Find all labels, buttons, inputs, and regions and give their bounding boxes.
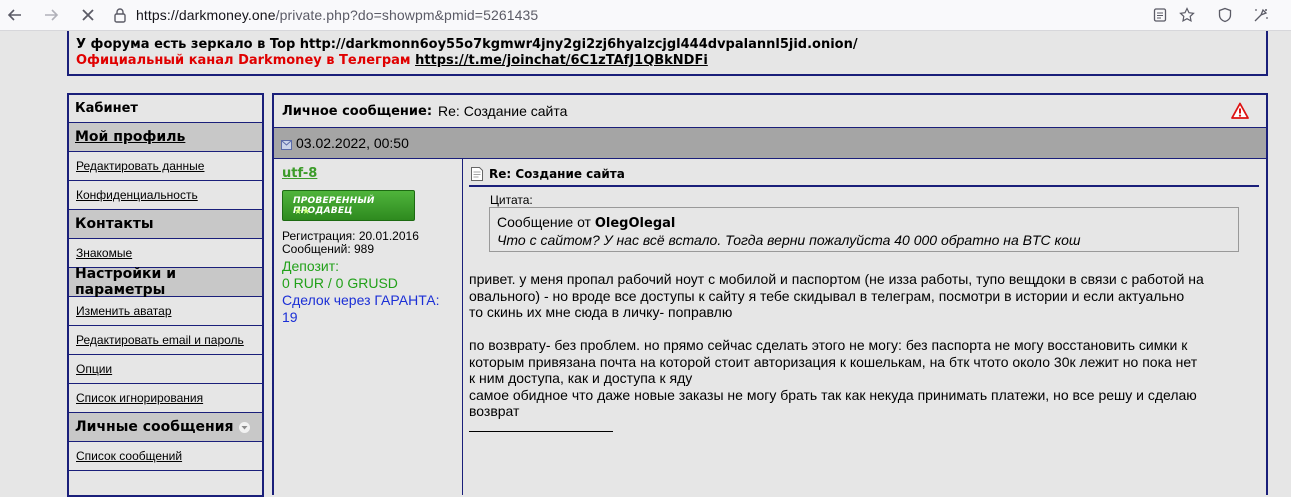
quote-author: OlegOlegal bbox=[594, 216, 676, 231]
message-subject: Re: Создание сайта bbox=[489, 167, 625, 181]
extension-icon[interactable] bbox=[1251, 5, 1271, 25]
author-info: utf-8 ПРОВЕРЕННЫЙ ПРОДАВЕЦ ★★ Регистраци… bbox=[274, 159, 463, 495]
author-messages: Сообщений: 989 bbox=[282, 242, 375, 256]
message-title: Re: Создание сайта bbox=[438, 103, 568, 119]
stop-loading-icon[interactable] bbox=[77, 5, 99, 25]
author-stats: Регистрация: 20.01.2016 Сообщений: 989 bbox=[282, 230, 419, 256]
badge-stars-icon: ★★ bbox=[294, 206, 311, 216]
url-bar[interactable]: https://darkmoney.one/private.php?do=sho… bbox=[112, 3, 1142, 27]
forward-icon[interactable] bbox=[40, 5, 62, 25]
message-subject-bar: Re: Создание сайта bbox=[469, 163, 1259, 187]
sidebar-item-message-list[interactable]: Список сообщений bbox=[69, 442, 262, 471]
quote-text: Что с сайтом? У нас всё встало. Тогда ве… bbox=[497, 232, 1081, 248]
url-text: https://darkmoney.one/private.php?do=sho… bbox=[136, 7, 539, 23]
quote-label: Цитата: bbox=[490, 193, 533, 207]
sidebar-private-messages-heading[interactable]: Личные сообщения bbox=[69, 413, 262, 442]
sidebar-item-acquaintances[interactable]: Знакомые bbox=[69, 239, 262, 268]
sidebar-item-privacy[interactable]: Конфиденциальность bbox=[69, 181, 262, 210]
post-date-bar: 03.02.2022, 00:50 bbox=[274, 128, 1266, 159]
message-title-label: Личное сообщение: bbox=[282, 103, 433, 119]
sidebar-settings-heading: Настройки и параметры bbox=[69, 266, 262, 298]
back-icon[interactable] bbox=[4, 5, 26, 25]
sidebar-item-edit-data[interactable]: Редактировать данные bbox=[69, 152, 262, 181]
lock-icon bbox=[114, 8, 126, 23]
message-panel: Личное сообщение: Re: Создание сайта 03.… bbox=[272, 93, 1268, 495]
sidebar-item-change-avatar[interactable]: Изменить аватар bbox=[69, 297, 262, 326]
post-date: 03.02.2022, 00:50 bbox=[296, 135, 409, 151]
message-body: привет. у меня пропал рабочий ноут с моб… bbox=[469, 271, 1204, 419]
mirror-notice: У форума есть зеркало в Top http://darkm… bbox=[76, 37, 858, 52]
author-guarantor-deals: Сделок через ГАРАНТА: 19 bbox=[282, 292, 440, 325]
announcement-box: У форума есть зеркало в Top http://darkm… bbox=[67, 31, 1268, 76]
sidebar: Кабинет Мой профиль Редактировать данные… bbox=[67, 93, 264, 497]
telegram-notice: Официальный канал Darkmoney в Телеграм h… bbox=[76, 53, 708, 68]
bookmark-star-icon[interactable] bbox=[1177, 5, 1197, 25]
sidebar-item-options[interactable]: Опции bbox=[69, 355, 262, 384]
forum-page: У форума есть зеркало в Top http://darkm… bbox=[0, 31, 1291, 497]
quote-box: Сообщение от OlegOlegal Что с сайтом? У … bbox=[489, 207, 1239, 252]
author-username[interactable]: utf-8 bbox=[282, 166, 317, 181]
telegram-label: Официальный канал Darkmoney в Телеграм bbox=[76, 53, 411, 68]
document-icon bbox=[471, 167, 483, 181]
sidebar-my-profile[interactable]: Мой профиль bbox=[69, 123, 262, 152]
sidebar-contacts-heading: Контакты bbox=[69, 210, 262, 239]
verified-seller-badge: ПРОВЕРЕННЫЙ ПРОДАВЕЦ ★★ bbox=[282, 190, 415, 221]
reader-view-icon[interactable] bbox=[1150, 5, 1170, 25]
author-deposit: Депозит: 0 RUR / 0 GRUSD bbox=[282, 258, 398, 291]
report-warning-icon[interactable] bbox=[1231, 102, 1249, 120]
post-status-icon bbox=[281, 140, 292, 150]
quote-header: Сообщение от OlegOlegal bbox=[497, 214, 676, 231]
message-content: Re: Создание сайта Цитата: Сообщение от … bbox=[463, 159, 1266, 495]
sidebar-cabinet-heading: Кабинет bbox=[69, 95, 262, 123]
collapse-arrow-icon[interactable] bbox=[238, 421, 250, 433]
shield-icon[interactable] bbox=[1215, 5, 1235, 25]
telegram-link[interactable]: https://t.me/joinchat/6C1zTAfJ1QBkNDFi bbox=[415, 53, 708, 68]
browser-toolbar: https://darkmoney.one/private.php?do=sho… bbox=[0, 0, 1291, 31]
message-title-bar: Личное сообщение: Re: Создание сайта bbox=[274, 95, 1266, 128]
signature-divider bbox=[469, 431, 613, 432]
sidebar-item-ignore-list[interactable]: Список игнорирования bbox=[69, 384, 262, 413]
sidebar-item-edit-email[interactable]: Редактировать email и пароль bbox=[69, 326, 262, 355]
